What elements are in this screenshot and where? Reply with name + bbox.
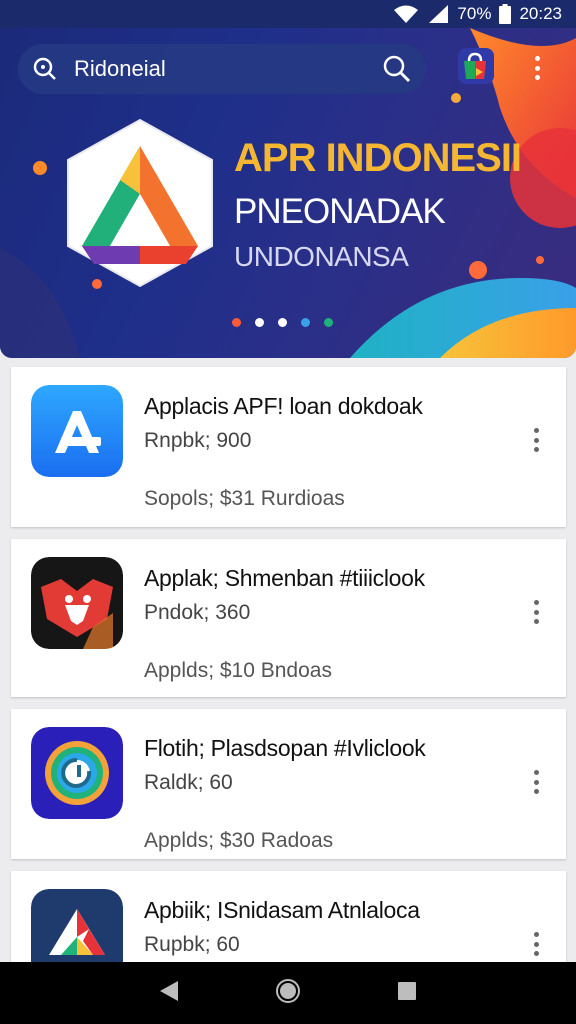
pager-dot[interactable] [301, 318, 310, 327]
navigation-bar [0, 962, 576, 1024]
app-list-item[interactable]: Flotih; Plasdsopan #Ivliclook Raldk; 60 … [11, 709, 566, 859]
featured-banner[interactable]: Ridoneial APR INDONESII PNEONADAK UNDONA… [0, 28, 576, 358]
app-meta: Applds; $10 Bndoas [144, 659, 332, 682]
back-icon[interactable] [158, 979, 180, 1008]
recents-icon[interactable] [396, 980, 418, 1007]
app-name: Flotih; Plasdsopan #Ivliclook [144, 735, 426, 761]
app-name: Apbiik; ISnidasam Atnlaloca [144, 897, 420, 923]
wifi-icon [393, 4, 419, 24]
app-developer: Rnpbk; 900 [144, 429, 252, 452]
signal-icon [427, 4, 449, 24]
app-meta: Applds; $30 Radoas [144, 829, 334, 852]
banner-pager[interactable] [232, 318, 333, 327]
more-vert-icon[interactable] [527, 425, 545, 455]
app-list-item[interactable]: Applacis APF! loan dokdoak Rnpbk; 900 So… [11, 367, 566, 527]
more-vert-icon[interactable] [526, 50, 548, 86]
drive-logo-icon [60, 118, 220, 288]
search-leading-icon [32, 56, 58, 82]
search-input[interactable]: Ridoneial [74, 56, 382, 82]
app-list-item[interactable]: Applak; Shmenban #tiiiclook Pndok; 360 A… [11, 539, 566, 697]
banner-subtitle: PNEONADAK [234, 192, 446, 231]
more-vert-icon[interactable] [527, 929, 545, 959]
app-developer: Raldk; 60 [144, 771, 233, 794]
home-icon[interactable] [275, 978, 301, 1009]
pager-dot[interactable] [324, 318, 333, 327]
pager-dot[interactable] [278, 318, 287, 327]
status-bar: 70% 20:23 [0, 0, 576, 28]
pager-dot[interactable] [232, 318, 241, 327]
more-vert-icon[interactable] [527, 767, 545, 797]
shopping-bag-icon[interactable] [454, 46, 496, 88]
app-developer: Pndok; 360 [144, 601, 251, 624]
app-meta: Sopols; $31 Rurdioas [144, 487, 345, 510]
more-vert-icon[interactable] [527, 597, 545, 627]
search-icon[interactable] [382, 54, 412, 84]
app-developer: Rupbk; 60 [144, 933, 240, 956]
pager-dot[interactable] [255, 318, 264, 327]
app-store-icon [31, 385, 123, 477]
clock: 20:23 [519, 4, 562, 23]
app-name: Applak; Shmenban #tiiiclook [144, 565, 425, 591]
search-bar[interactable]: Ridoneial [18, 44, 426, 94]
app-list-item[interactable]: Apbiik; ISnidasam Atnlaloca Rupbk; 60 [11, 871, 566, 981]
banner-title: APR INDONESII [234, 136, 522, 180]
battery-percent: 70% [457, 4, 492, 23]
banner-tagline: UNDONANSA [234, 241, 409, 272]
target-icon [31, 727, 123, 819]
battery-icon [499, 4, 512, 24]
app-name: Applacis APF! loan dokdoak [144, 393, 423, 419]
bird-icon [31, 557, 123, 649]
